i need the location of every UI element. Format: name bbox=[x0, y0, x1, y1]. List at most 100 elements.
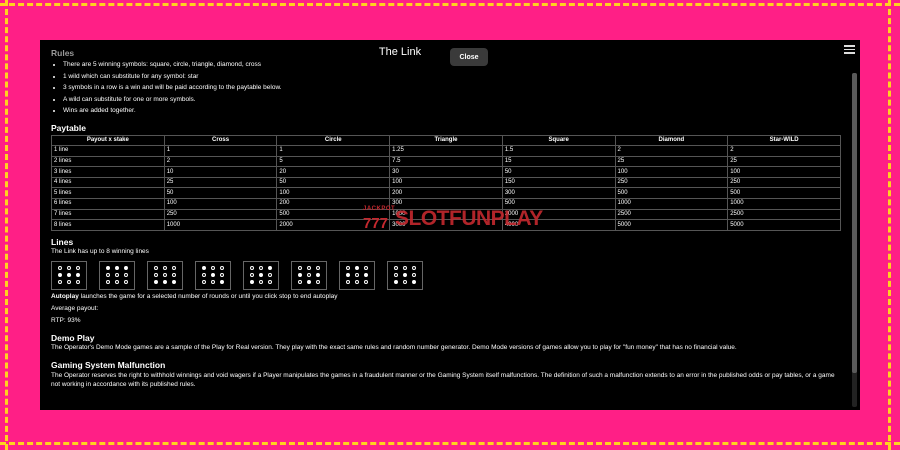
paytable-header-cell: Payout x stake bbox=[51, 134, 165, 147]
line-dot-filled bbox=[114, 266, 119, 271]
lines-subtitle: The Link has up to 8 winning lines bbox=[51, 247, 149, 255]
table-row: 1 line 1 1 1.25 1.5 2 2 bbox=[51, 145, 841, 157]
hamburger-icon[interactable] bbox=[844, 45, 855, 54]
line-dot-filled bbox=[412, 280, 417, 285]
line-dot-empty bbox=[297, 280, 302, 285]
table-cell: 100 bbox=[276, 187, 391, 200]
line-pattern bbox=[387, 260, 423, 290]
table-row: 7 lines 250 500 1000 2000 2500 2500 bbox=[51, 208, 841, 221]
line-dot-empty bbox=[76, 266, 81, 271]
table-cell: 2 bbox=[163, 155, 278, 168]
line-dot-empty bbox=[306, 273, 311, 278]
line-dot-empty bbox=[268, 280, 273, 285]
line-dot-empty bbox=[66, 280, 71, 285]
line-dot-filled bbox=[364, 273, 369, 278]
close-button[interactable]: Close bbox=[450, 48, 488, 66]
line-dot-empty bbox=[393, 273, 398, 278]
table-cell: 2 lines bbox=[51, 155, 165, 168]
table-cell: 1000 bbox=[389, 208, 503, 221]
demo-text: The Operator's Demo Mode games are a sam… bbox=[51, 343, 737, 351]
table-cell: 100 bbox=[163, 198, 278, 210]
table-cell: 100 bbox=[727, 166, 841, 178]
average-payout: Average payout: bbox=[51, 304, 99, 312]
table-cell: 500 bbox=[727, 187, 841, 200]
line-dot-empty bbox=[162, 266, 167, 271]
table-cell: 1.5 bbox=[501, 145, 616, 157]
table-cell: 10 bbox=[163, 166, 278, 178]
line-dot-empty bbox=[153, 273, 158, 278]
line-dot-empty bbox=[258, 266, 263, 271]
line-dot-empty bbox=[345, 266, 350, 271]
table-cell: 4 lines bbox=[51, 176, 165, 189]
line-dot-filled bbox=[162, 280, 167, 285]
table-cell: 5000 bbox=[727, 219, 841, 231]
line-dot-empty bbox=[57, 266, 62, 271]
table-cell: 7.5 bbox=[389, 155, 503, 168]
line-dot-empty bbox=[402, 280, 407, 285]
line-dot-filled bbox=[153, 280, 158, 285]
table-cell: 300 bbox=[501, 187, 616, 200]
line-dot-empty bbox=[249, 273, 254, 278]
line-dot-empty bbox=[364, 280, 369, 285]
line-dot-empty bbox=[393, 266, 398, 271]
line-dot-empty bbox=[57, 280, 62, 285]
rules-item: 1 wild which can substitute for any symb… bbox=[63, 73, 841, 85]
table-cell: 25 bbox=[163, 176, 278, 189]
line-pattern bbox=[339, 260, 375, 290]
table-row: 6 lines 100 200 300 500 1000 1000 bbox=[51, 198, 841, 210]
line-dot-filled bbox=[124, 266, 129, 271]
line-dot-filled bbox=[297, 273, 302, 278]
line-dot-filled bbox=[402, 273, 407, 278]
table-cell: 500 bbox=[276, 208, 391, 221]
scrollbar-thumb[interactable] bbox=[852, 73, 857, 373]
line-dot-filled bbox=[66, 273, 71, 278]
table-row: 8 lines 1000 2000 3000 4000 5000 5000 bbox=[51, 219, 841, 231]
rules-item: A wild can substitute for one or more sy… bbox=[63, 96, 841, 108]
scrollbar[interactable] bbox=[852, 73, 857, 407]
table-cell: 300 bbox=[389, 198, 503, 210]
line-dot-filled bbox=[354, 266, 359, 271]
line-dot-empty bbox=[364, 266, 369, 271]
line-dot-filled bbox=[76, 273, 81, 278]
line-dot-empty bbox=[114, 273, 119, 278]
paytable-header-cell: Triangle bbox=[389, 134, 503, 147]
frame-dash-bottom bbox=[0, 442, 900, 445]
line-dot-empty bbox=[316, 280, 321, 285]
dialog-title: The Link bbox=[378, 46, 422, 58]
table-cell: 100 bbox=[614, 166, 729, 178]
table-cell: 150 bbox=[501, 176, 616, 189]
table-cell: 4000 bbox=[501, 219, 616, 231]
autoplay-label: Autoplay bbox=[51, 292, 79, 300]
line-dot-filled bbox=[345, 273, 350, 278]
paytable-body: 1 line 1 1 1.25 1.5 2 2 2 lines 2 5 7.5 15 25 25 3 lin… bbox=[51, 145, 841, 231]
table-cell: 50 bbox=[163, 187, 278, 200]
table-cell: 1 bbox=[276, 145, 391, 157]
paytable-header-row: Payout x stake Cross Circle Triangle Square D… bbox=[51, 134, 841, 147]
rules-content: Rules There are 5 winning symbols: squar… bbox=[51, 48, 841, 389]
table-cell: 200 bbox=[389, 187, 503, 200]
line-dot-empty bbox=[249, 266, 254, 271]
line-dot-empty bbox=[210, 266, 215, 271]
line-dot-empty bbox=[354, 280, 359, 285]
line-dot-empty bbox=[114, 280, 119, 285]
rules-list: There are 5 winning symbols: square, cir… bbox=[51, 61, 841, 119]
line-dot-filled bbox=[268, 266, 273, 271]
table-cell: 20 bbox=[276, 166, 391, 178]
line-dot-empty bbox=[258, 280, 263, 285]
line-dot-filled bbox=[316, 273, 321, 278]
line-pattern bbox=[291, 260, 327, 290]
lines-heading: Lines bbox=[51, 236, 74, 247]
table-cell: 1000 bbox=[614, 198, 729, 210]
line-dot-empty bbox=[354, 273, 359, 278]
line-dot-empty bbox=[153, 266, 158, 271]
line-pattern bbox=[243, 260, 279, 290]
table-cell: 3 lines bbox=[51, 166, 165, 178]
line-dot-empty bbox=[345, 280, 350, 285]
table-cell: 2000 bbox=[276, 219, 391, 231]
line-dot-empty bbox=[124, 280, 129, 285]
table-row: 3 lines 10 20 30 50 100 100 bbox=[51, 166, 841, 178]
line-dot-empty bbox=[76, 280, 81, 285]
table-cell: 2500 bbox=[614, 208, 729, 221]
line-pattern bbox=[147, 260, 183, 290]
line-pattern bbox=[195, 260, 231, 290]
